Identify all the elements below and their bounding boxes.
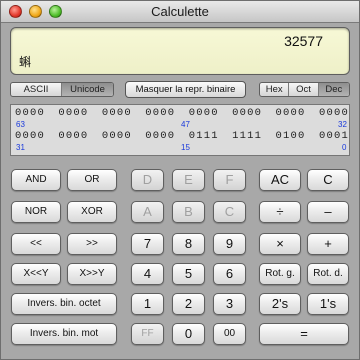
nibble: 0000 [232,107,263,119]
bit-label: 15 [181,143,190,152]
digit-b-button[interactable]: B [172,201,205,223]
ones-complement-button[interactable]: 1's [307,293,349,315]
bit-label: 32 [338,120,347,129]
invert-word-button[interactable]: Invers. bin. mot [11,323,117,345]
xor-button[interactable]: XOR [67,201,117,223]
nibble: 0000 [101,130,132,142]
nibble: 0000 [15,107,46,119]
digit-2-button[interactable]: 2 [172,293,205,315]
digit-1-button[interactable]: 1 [131,293,164,315]
clear-button[interactable]: C [307,169,349,191]
nibble: 0000 [58,107,89,119]
digit-0-button[interactable]: 0 [172,323,205,345]
digit-00-button[interactable]: 00 [213,323,246,345]
nibble: 0000 [101,107,132,119]
base-selector: Hex Oct Dec [259,82,350,97]
all-clear-button[interactable]: AC [259,169,301,191]
binary-row-low: 0000 0000 0000 0000 0111 1111 0100 0001 [15,130,349,142]
shift-left-button[interactable]: << [11,233,61,255]
charset-unicode-option[interactable]: Unicode [62,83,113,96]
and-button[interactable]: AND [11,169,61,191]
nibble: 0000 [318,107,349,119]
window-title: Calculette [151,4,209,19]
digit-c-button[interactable]: C [213,201,246,223]
base-dec-option[interactable]: Dec [318,83,349,96]
digit-d-button[interactable]: D [131,169,164,191]
rotate-left-button[interactable]: Rot. g. [259,263,301,285]
digit-a-button[interactable]: A [131,201,164,223]
base-hex-option[interactable]: Hex [260,83,290,96]
display-value: 32577 [284,33,323,49]
nibble: 0000 [58,130,89,142]
nibble: 0000 [15,130,46,142]
rotate-right-button[interactable]: Rot. d. [307,263,349,285]
or-button[interactable]: OR [67,169,117,191]
nor-button[interactable]: NOR [11,201,61,223]
digit-e-button[interactable]: E [172,169,205,191]
twos-complement-button[interactable]: 2's [259,293,301,315]
base-oct-option[interactable]: Oct [289,83,319,96]
nibble: 0000 [188,107,219,119]
add-button[interactable]: + [307,233,349,255]
calculator-window: Calculette 32577 蝌 ASCII Unicode Masquer… [0,0,360,360]
shift-right-button[interactable]: >> [67,233,117,255]
display-character: 蝌 [19,55,32,69]
invert-byte-button[interactable]: Invers. bin. octet [11,293,117,315]
nibble: 0000 [275,107,306,119]
digit-f-button[interactable]: F [213,169,246,191]
bit-label: 31 [16,143,25,152]
digit-ff-button[interactable]: FF [131,323,164,345]
digit-5-button[interactable]: 5 [172,263,205,285]
nibble: 0111 [188,130,219,142]
bit-label: 0 [342,143,347,152]
nibble: 0100 [275,130,306,142]
divide-button[interactable]: ÷ [259,201,301,223]
digit-6-button[interactable]: 6 [213,263,246,285]
shift-left-y-button[interactable]: X<<Y [11,263,61,285]
charset-ascii-option[interactable]: ASCII [11,83,63,96]
bit-label: 63 [16,120,25,129]
lcd-display: 32577 蝌 [10,27,350,75]
digit-8-button[interactable]: 8 [172,233,205,255]
nibble: 0000 [145,107,176,119]
bit-label: 47 [181,120,190,129]
subtract-button[interactable]: – [307,201,349,223]
title-bar[interactable]: Calculette [1,1,359,23]
hide-binary-button[interactable]: Masquer la repr. binaire [125,81,246,98]
digit-3-button[interactable]: 3 [213,293,246,315]
nibble: 0001 [318,130,349,142]
binary-representation: 0000 0000 0000 0000 0000 0000 0000 0000 … [10,104,350,156]
digit-7-button[interactable]: 7 [131,233,164,255]
digit-4-button[interactable]: 4 [131,263,164,285]
nibble: 0000 [145,130,176,142]
shift-right-y-button[interactable]: X>>Y [67,263,117,285]
digit-9-button[interactable]: 9 [213,233,246,255]
equals-button[interactable]: = [259,323,349,345]
multiply-button[interactable]: × [259,233,301,255]
charset-selector: ASCII Unicode [10,82,114,97]
nibble: 1111 [232,130,263,142]
binary-row-high: 0000 0000 0000 0000 0000 0000 0000 0000 [15,107,349,119]
